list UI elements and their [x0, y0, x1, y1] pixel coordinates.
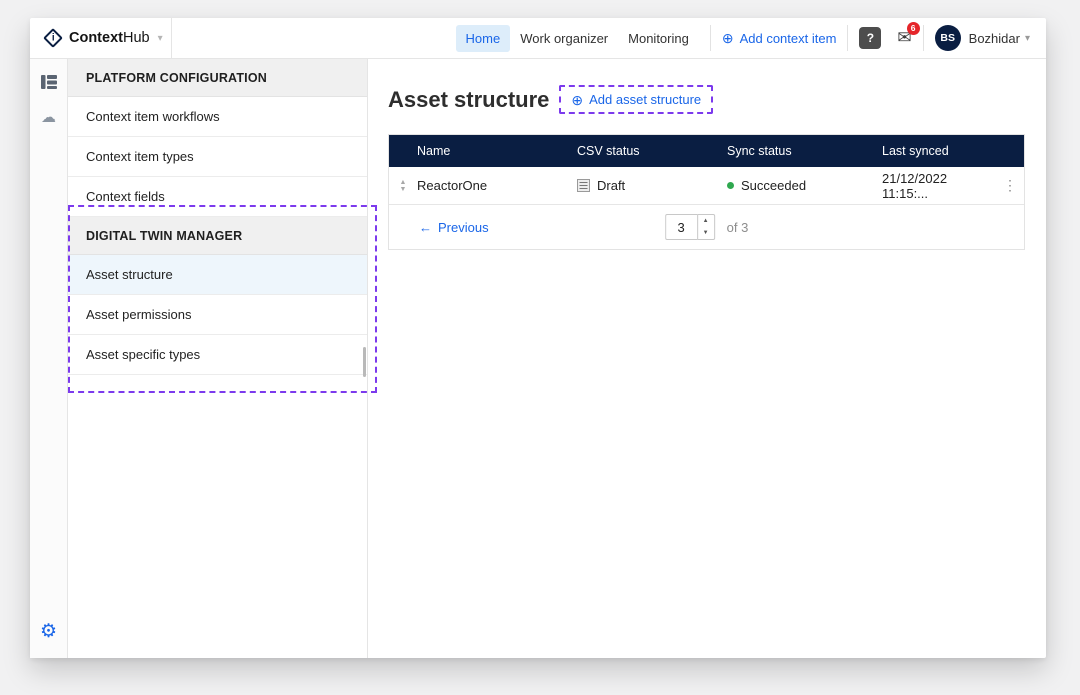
previous-page-link[interactable]: ← Previous [419, 220, 489, 235]
asset-structure-table: Name CSV status Sync status Last synced … [388, 134, 1025, 250]
settings-button[interactable]: ⚙ [36, 618, 62, 644]
add-context-item-button[interactable]: ⊕ Add context item [722, 31, 837, 46]
notifications-button[interactable]: ✉ 6 [897, 29, 911, 48]
previous-label: Previous [438, 220, 489, 235]
nav-monitoring[interactable]: Monitoring [618, 25, 699, 52]
sidebar-item-context-item-workflows[interactable]: Context item workflows [68, 97, 367, 137]
nav-work-organizer[interactable]: Work organizer [510, 25, 618, 52]
column-header-csv-status: CSV status [577, 144, 727, 158]
sort-up-icon: ▲ [400, 179, 407, 186]
sort-down-icon: ▼ [400, 186, 407, 193]
cloud-icon: ☁ [41, 110, 56, 125]
page-number-input[interactable] [665, 214, 697, 240]
app-window: i ContextHub ▾ Home Work organizer Monit… [30, 18, 1046, 658]
cloud-sync-button[interactable]: ☁ [36, 104, 62, 130]
brand-area[interactable]: i ContextHub ▾ [30, 18, 172, 58]
pagination-control: ▲ ▼ of 3 [665, 214, 749, 240]
sidebar: PLATFORM CONFIGURATION Context item work… [68, 59, 368, 658]
gear-icon: ⚙ [40, 622, 57, 641]
plus-circle-icon: ⊕ [722, 31, 734, 45]
dashboard-button[interactable] [36, 69, 62, 95]
annotation-dashed-box-add-asset: ⊕ Add asset structure [559, 85, 713, 114]
table-header-row: Name CSV status Sync status Last synced [389, 135, 1024, 167]
divider [847, 25, 848, 51]
divider [923, 25, 924, 51]
sidebar-section-digital-twin-manager: DIGITAL TWIN MANAGER [68, 217, 367, 255]
column-header-last-synced: Last synced [882, 144, 996, 158]
top-bar: i ContextHub ▾ Home Work organizer Monit… [30, 18, 1046, 59]
contexthub-logo-icon: i [43, 28, 63, 48]
add-context-item-label: Add context item [740, 31, 837, 46]
page-title: Asset structure [388, 87, 549, 113]
table-row: ▲ ▼ ReactorOne Draft [389, 167, 1024, 205]
avatar[interactable]: BS [935, 25, 961, 51]
column-header-name: Name [417, 144, 577, 158]
brand-name: ContextHub [69, 30, 150, 46]
divider [710, 25, 711, 51]
sidebar-item-asset-permissions[interactable]: Asset permissions [68, 295, 367, 335]
sidebar-section-platform-configuration: PLATFORM CONFIGURATION [68, 59, 367, 97]
dashboard-icon [41, 75, 57, 89]
add-asset-structure-button[interactable]: ⊕ Add asset structure [571, 92, 701, 107]
nav-home[interactable]: Home [456, 25, 511, 52]
main-content: Asset structure ⊕ Add asset structure Na… [368, 59, 1046, 658]
column-header-sync-status: Sync status [727, 144, 882, 158]
notification-badge: 6 [907, 22, 920, 35]
table-footer: ← Previous ▲ ▼ of 3 [389, 205, 1024, 249]
cell-csv-status: Draft [577, 178, 727, 193]
logo-letter: i [52, 33, 55, 43]
title-row: Asset structure ⊕ Add asset structure [388, 85, 1046, 114]
cell-last-synced: 21/12/2022 11:15:... [882, 171, 996, 201]
page-stepper: ▲ ▼ [697, 214, 715, 240]
help-button[interactable]: ? [859, 27, 881, 49]
chevron-down-icon[interactable]: ▾ [158, 33, 163, 44]
sidebar-item-asset-specific-types[interactable]: Asset specific types [68, 335, 367, 375]
plus-circle-icon: ⊕ [571, 93, 583, 107]
sidebar-scrollbar[interactable] [363, 347, 366, 377]
sync-status-value: Succeeded [741, 178, 806, 193]
stepper-up-icon[interactable]: ▲ [698, 215, 714, 227]
help-icon: ? [867, 31, 874, 45]
row-reorder-handle[interactable]: ▲ ▼ [389, 179, 417, 193]
sidebar-item-context-fields[interactable]: Context fields [68, 177, 367, 217]
csv-status-value: Draft [597, 178, 625, 193]
brand-name-light: Hub [123, 30, 150, 46]
app-body: ☁ ⚙ PLATFORM CONFIGURATION Context item … [30, 59, 1046, 658]
sidebar-item-context-item-types[interactable]: Context item types [68, 137, 367, 177]
user-name[interactable]: Bozhidar [969, 31, 1020, 46]
icon-rail: ☁ ⚙ [30, 59, 68, 658]
document-icon [577, 179, 590, 192]
brand-name-bold: Context [69, 30, 123, 46]
kebab-icon: ⋮ [1003, 177, 1017, 194]
page-total-label: of 3 [727, 220, 749, 235]
cell-sync-status: Succeeded [727, 178, 882, 193]
chevron-down-icon[interactable]: ▾ [1025, 33, 1030, 44]
row-actions-menu-button[interactable]: ⋮ [996, 177, 1024, 194]
success-dot-icon [727, 182, 734, 189]
cell-name[interactable]: ReactorOne [417, 178, 577, 193]
top-nav: Home Work organizer Monitoring ⊕ Add con… [456, 25, 1046, 52]
add-asset-structure-label: Add asset structure [589, 92, 701, 107]
stepper-down-icon[interactable]: ▼ [698, 227, 714, 239]
sidebar-item-asset-structure[interactable]: Asset structure [68, 255, 367, 295]
arrow-left-icon: ← [419, 220, 432, 235]
